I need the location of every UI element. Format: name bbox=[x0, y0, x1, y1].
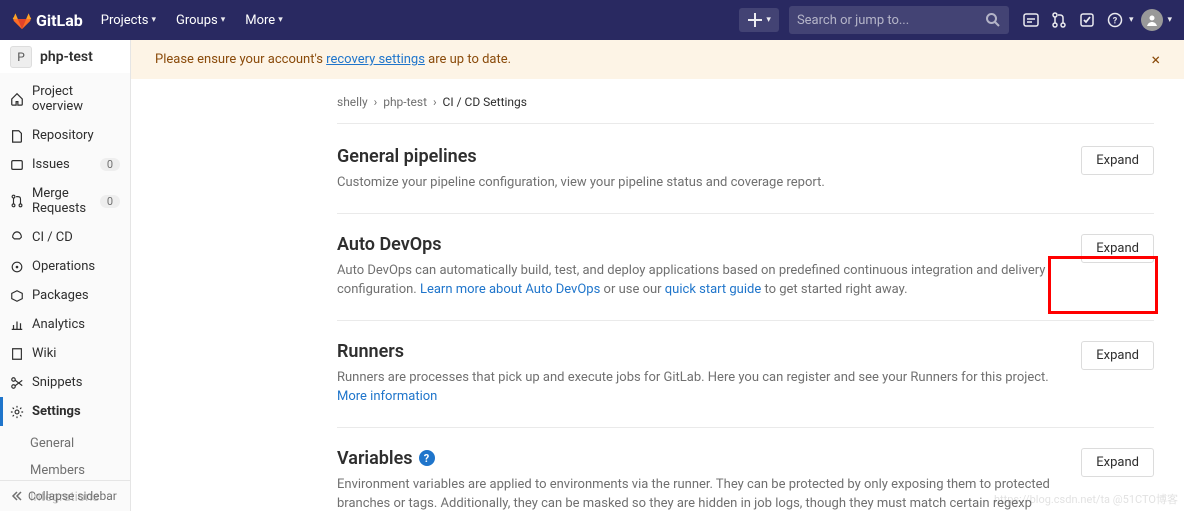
crumb-user[interactable]: shelly bbox=[337, 95, 368, 109]
todos-icon[interactable] bbox=[1079, 12, 1095, 28]
chevron-down-icon: ▾ bbox=[766, 15, 771, 25]
section-title: Runners bbox=[337, 341, 1057, 362]
search-icon bbox=[985, 12, 1001, 28]
expand-button[interactable]: Expand bbox=[1081, 448, 1154, 477]
doc-icon bbox=[10, 129, 24, 143]
section-desc: Environment variables are applied to env… bbox=[337, 475, 1057, 511]
section-title: Variables? bbox=[337, 448, 1057, 469]
close-icon[interactable]: × bbox=[1151, 50, 1160, 69]
operations-icon bbox=[10, 260, 24, 274]
merge-requests-icon[interactable] bbox=[1051, 12, 1067, 28]
nav-packages[interactable]: Packages bbox=[0, 281, 130, 310]
search-box[interactable] bbox=[789, 6, 1009, 34]
user-avatar[interactable] bbox=[1141, 9, 1163, 31]
chevron-down-icon: ▾ bbox=[1129, 15, 1134, 25]
section-title: General pipelines bbox=[337, 146, 1057, 167]
help-icon[interactable]: ? bbox=[1107, 12, 1123, 28]
scissors-icon bbox=[10, 376, 24, 390]
count-badge: 0 bbox=[100, 158, 120, 171]
nav-analytics[interactable]: Analytics bbox=[0, 310, 130, 339]
nav-more[interactable]: More▾ bbox=[237, 7, 290, 34]
issues-icon bbox=[10, 158, 24, 172]
section-desc: Customize your pipeline configuration, v… bbox=[337, 173, 1057, 193]
count-badge: 0 bbox=[100, 195, 120, 208]
chevron-down-icon: ▾ bbox=[278, 15, 283, 25]
sidebar-nav: Project overview Repository Issues0 Merg… bbox=[0, 73, 130, 430]
book-icon bbox=[10, 347, 24, 361]
subnav-general[interactable]: General bbox=[30, 430, 130, 457]
nav-wiki[interactable]: Wiki bbox=[0, 339, 130, 368]
nav-repository[interactable]: Repository bbox=[0, 121, 130, 150]
recovery-alert: Please ensure your account's recovery se… bbox=[131, 40, 1184, 79]
svg-text:?: ? bbox=[1113, 17, 1118, 27]
chevron-left-icon bbox=[10, 490, 22, 502]
nav-groups[interactable]: Groups▾ bbox=[168, 7, 233, 34]
nav-operations[interactable]: Operations bbox=[0, 252, 130, 281]
section-auto-devops: Auto DevOps Auto DevOps can automaticall… bbox=[337, 234, 1154, 321]
recovery-link[interactable]: recovery settings bbox=[326, 52, 425, 67]
nav-issues[interactable]: Issues0 bbox=[0, 150, 130, 179]
main-content: Please ensure your account's recovery se… bbox=[131, 40, 1184, 511]
top-nav: Projects▾ Groups▾ More▾ bbox=[93, 7, 291, 34]
user-icon bbox=[1146, 14, 1158, 26]
project-header[interactable]: P php-test bbox=[0, 40, 130, 73]
quick-start-link[interactable]: quick start guide bbox=[665, 282, 761, 297]
top-navbar: GitLab Projects▾ Groups▾ More▾ ▾ ? ▾ ▾ bbox=[0, 0, 1184, 40]
section-title: Auto DevOps bbox=[337, 234, 1057, 255]
nav-settings[interactable]: Settings bbox=[0, 397, 130, 426]
search-input[interactable] bbox=[797, 13, 985, 28]
help-icon[interactable]: ? bbox=[419, 450, 435, 466]
chevron-down-icon: ▾ bbox=[221, 15, 226, 25]
runners-more-info-link[interactable]: More information bbox=[337, 389, 437, 404]
nav-projects[interactable]: Projects▾ bbox=[93, 7, 164, 34]
tanuki-icon bbox=[12, 10, 32, 30]
package-icon bbox=[10, 289, 24, 303]
nav-overview[interactable]: Project overview bbox=[0, 77, 130, 121]
section-desc: Auto DevOps can automatically build, tes… bbox=[337, 261, 1057, 300]
expand-button[interactable]: Expand bbox=[1081, 341, 1154, 370]
rocket-icon bbox=[10, 231, 24, 245]
expand-button[interactable]: Expand bbox=[1081, 146, 1154, 175]
section-general-pipelines: General pipelines Customize your pipelin… bbox=[337, 146, 1154, 214]
crumb-current: CI / CD Settings bbox=[443, 95, 527, 109]
expand-button[interactable]: Expand bbox=[1081, 234, 1154, 263]
auto-devops-learn-link[interactable]: Learn more about Auto DevOps bbox=[420, 282, 600, 297]
nav-snippets[interactable]: Snippets bbox=[0, 368, 130, 397]
project-avatar: P bbox=[10, 46, 32, 68]
nav-merge-requests[interactable]: Merge Requests0 bbox=[0, 179, 130, 223]
project-name: php-test bbox=[40, 49, 93, 65]
project-sidebar: P php-test Project overview Repository I… bbox=[0, 40, 131, 511]
section-desc: Runners are processes that pick up and e… bbox=[337, 368, 1057, 407]
collapse-sidebar[interactable]: Collapse sidebar bbox=[0, 480, 130, 511]
chevron-down-icon: ▾ bbox=[1167, 15, 1172, 25]
breadcrumb: shelly › php-test › CI / CD Settings bbox=[337, 95, 1154, 124]
plus-icon bbox=[747, 12, 763, 28]
gear-icon bbox=[10, 405, 24, 419]
brand-text: GitLab bbox=[36, 11, 83, 30]
crumb-project[interactable]: php-test bbox=[383, 95, 427, 109]
gitlab-logo[interactable]: GitLab bbox=[12, 10, 83, 30]
section-variables: Variables? Environment variables are app… bbox=[337, 448, 1154, 511]
home-icon bbox=[10, 92, 24, 106]
create-new-button[interactable]: ▾ bbox=[739, 8, 779, 32]
chevron-down-icon: ▾ bbox=[151, 15, 156, 25]
section-runners: Runners Runners are processes that pick … bbox=[337, 341, 1154, 428]
nav-cicd[interactable]: CI / CD bbox=[0, 223, 130, 252]
chart-icon bbox=[10, 318, 24, 332]
merge-icon bbox=[10, 194, 24, 208]
issues-icon[interactable] bbox=[1023, 12, 1039, 28]
